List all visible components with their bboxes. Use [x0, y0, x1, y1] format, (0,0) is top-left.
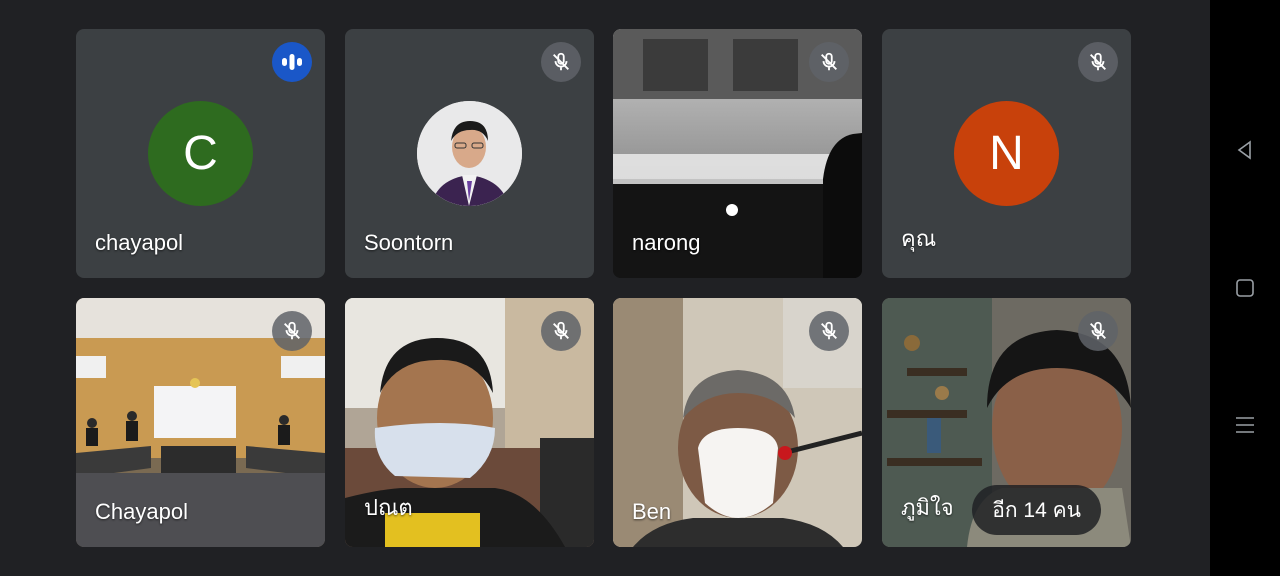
participant-name: Ben: [632, 499, 672, 524]
avatar-initial: C: [183, 127, 218, 180]
mic-off-icon: [1078, 42, 1118, 82]
participant-tile-chayapol-room[interactable]: Chayapol: [76, 298, 325, 547]
participant-name: Chayapol: [95, 499, 188, 524]
back-icon[interactable]: [1234, 139, 1256, 161]
participant-name: ปณต: [364, 495, 413, 520]
android-nav-bar: [1210, 0, 1280, 576]
meeting-grid: C chayapol Soontorn narong N คุณ Chayapo…: [0, 0, 1210, 576]
speaking-indicator-icon: [272, 42, 312, 82]
mic-off-icon: [541, 311, 581, 351]
participant-name: Soontorn: [364, 230, 454, 255]
more-participants-button[interactable]: อีก 14 คน: [972, 485, 1101, 535]
participant-name: chayapol: [95, 230, 184, 255]
participant-tile-phumjai[interactable]: ภูมิใจ อีก 14 คน: [882, 298, 1131, 547]
mic-off-icon: [1078, 311, 1118, 351]
participant-tile-self[interactable]: N คุณ: [882, 29, 1131, 278]
participant-tile-chayapol[interactable]: C chayapol: [76, 29, 325, 278]
mic-off-icon: [541, 42, 581, 82]
participant-tile-soontorn[interactable]: Soontorn: [345, 29, 594, 278]
mic-off-icon: [809, 311, 849, 351]
mic-off-icon: [809, 42, 849, 82]
avatar: N: [954, 101, 1059, 206]
avatar: C: [148, 101, 253, 206]
participant-tile-ben[interactable]: Ben: [613, 298, 862, 547]
recent-apps-icon[interactable]: [1234, 414, 1256, 436]
participant-name: ภูมิใจ: [901, 495, 954, 520]
participant-name: narong: [632, 230, 701, 255]
participant-tile-panot[interactable]: ปณต: [345, 298, 594, 547]
home-icon[interactable]: [1234, 277, 1256, 299]
participant-name: คุณ: [901, 226, 937, 251]
avatar: [417, 101, 522, 206]
participant-tile-narong[interactable]: narong: [613, 29, 862, 278]
avatar-initial: N: [989, 127, 1024, 180]
mic-off-icon: [272, 311, 312, 351]
